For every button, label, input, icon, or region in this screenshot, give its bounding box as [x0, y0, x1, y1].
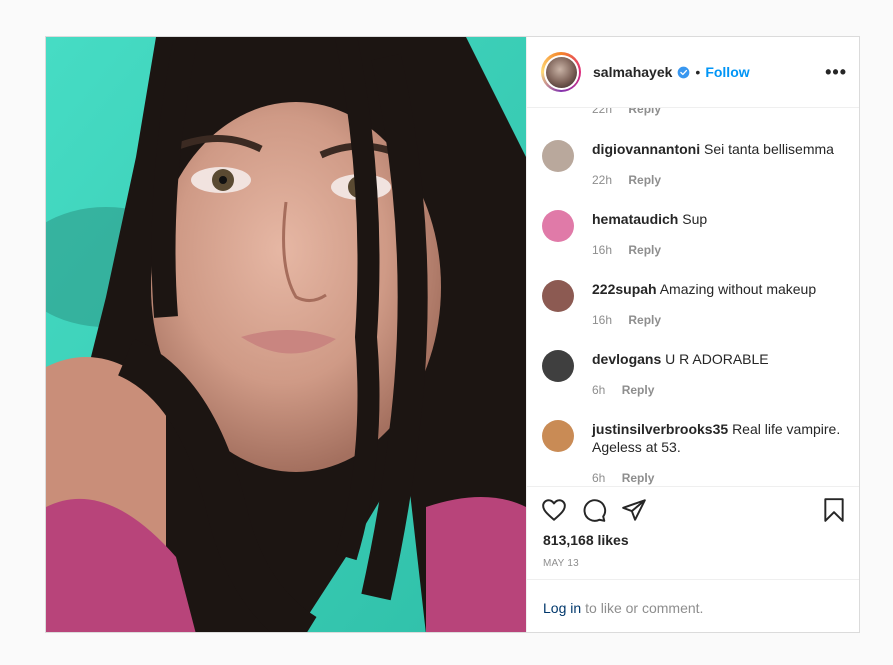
username[interactable]: salmahayek [593, 64, 672, 80]
comment-username[interactable]: justinsilverbrooks35 [592, 421, 728, 437]
comment-text: U R ADORABLE [665, 351, 769, 367]
comments-list[interactable]: 22h Reply digiovannantoni Sei tanta bell… [527, 108, 859, 486]
comment-time: 16h [592, 313, 613, 327]
bookmark-icon[interactable] [821, 497, 847, 523]
post-photo[interactable] [46, 37, 526, 632]
post-actions: 813,168 likes MAY 13 Log in to like or c… [527, 486, 859, 632]
reply-button[interactable]: Reply [628, 313, 661, 327]
post-card: salmahayek • Follow ••• 22h Reply digiov… [45, 36, 860, 633]
comment-time: 6h [592, 383, 606, 397]
comment-item: hemataudich Sup 16h Reply [542, 210, 847, 259]
reply-button[interactable]: Reply [628, 173, 661, 187]
comment-text: Sup [682, 211, 708, 227]
selfie-image [46, 37, 526, 632]
commenter-avatar[interactable] [542, 280, 574, 312]
avatar-image [545, 56, 577, 88]
comment-item: justinsilverbrooks35 Real life vampire. … [542, 420, 847, 486]
reply-button[interactable]: Reply [622, 383, 655, 397]
comment-item: devlogans U R ADORABLE 6h Reply [542, 350, 847, 399]
follow-button[interactable]: Follow [705, 64, 749, 80]
comment-username[interactable]: 222supah [592, 281, 657, 297]
comment-item: digiovannantoni Sei tanta bellisemma 22h… [542, 140, 847, 189]
more-options-icon[interactable]: ••• [825, 62, 847, 83]
comment-time: 22h [592, 108, 613, 116]
reply-button[interactable]: Reply [622, 471, 655, 485]
separator-dot: • [695, 64, 701, 80]
post-sidebar: salmahayek • Follow ••• 22h Reply digiov… [526, 37, 859, 632]
comment-icon[interactable] [581, 497, 607, 523]
heart-icon[interactable] [541, 497, 567, 523]
login-prompt: Log in to like or comment. [527, 579, 859, 632]
post-date: MAY 13 [543, 558, 579, 569]
comment-item: 22h Reply [542, 108, 847, 118]
reply-button[interactable]: Reply [628, 108, 661, 116]
commenter-avatar[interactable] [542, 350, 574, 382]
comment-time: 22h [592, 173, 613, 187]
comment-text: Amazing without makeup [659, 281, 817, 297]
comment-text: Sei tanta bellisemma [704, 141, 834, 157]
likes-count[interactable]: 813,168 likes [543, 532, 629, 548]
comment-item: 222supah Amazing without makeup 16h Repl… [542, 280, 847, 329]
comment-time: 16h [592, 243, 613, 257]
verified-badge-icon [678, 66, 690, 78]
commenter-avatar[interactable] [542, 140, 574, 172]
commenter-avatar[interactable] [542, 210, 574, 242]
comment-username[interactable]: hemataudich [592, 211, 678, 227]
commenter-avatar[interactable] [542, 420, 574, 452]
avatar[interactable] [541, 52, 581, 92]
login-link[interactable]: Log in [543, 600, 581, 616]
comment-username[interactable]: digiovannantoni [592, 141, 700, 157]
reply-button[interactable]: Reply [628, 243, 661, 257]
comment-username[interactable]: devlogans [592, 351, 661, 367]
post-header: salmahayek • Follow ••• [527, 37, 859, 108]
share-icon[interactable] [621, 497, 647, 523]
login-prompt-text: to like or comment. [585, 600, 704, 616]
comment-time: 6h [592, 471, 606, 485]
